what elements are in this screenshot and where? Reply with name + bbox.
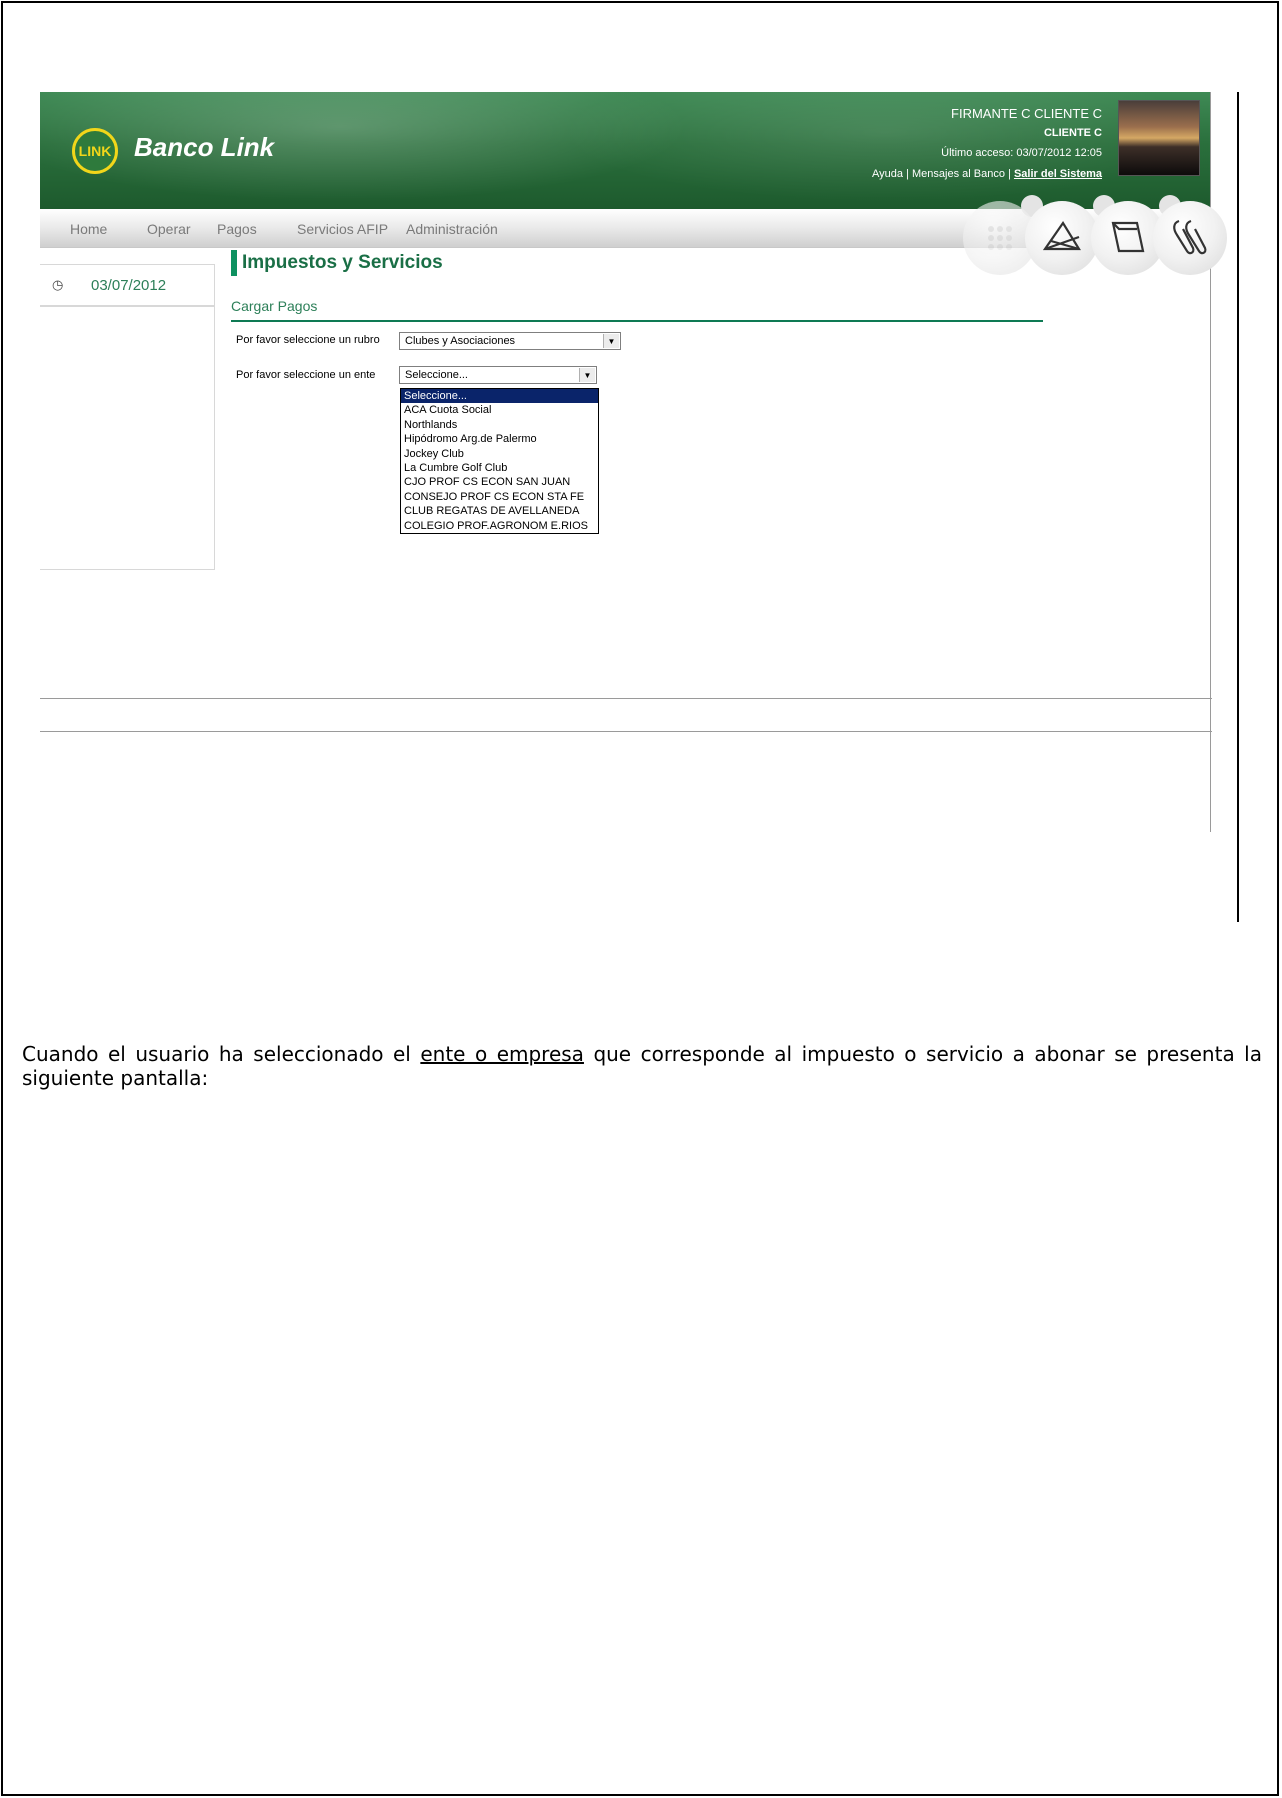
caption-underlined-text: ente o empresa bbox=[420, 1042, 584, 1066]
nav-operar[interactable]: Operar bbox=[147, 221, 191, 237]
toolbar-icons bbox=[963, 191, 1227, 286]
help-link[interactable]: Ayuda bbox=[872, 168, 903, 180]
ente-select[interactable]: Seleccione... ▼ bbox=[399, 366, 597, 384]
user-name: FIRMANTE C CLIENTE C bbox=[951, 106, 1102, 121]
dropdown-option[interactable]: ACA Cuota Social bbox=[401, 403, 598, 417]
screenshot-frame: LINK Banco Link FIRMANTE C CLIENTE C CLI… bbox=[40, 92, 1239, 922]
nav-administracion[interactable]: Administración bbox=[406, 221, 498, 237]
dropdown-option[interactable]: Northlands bbox=[401, 418, 598, 432]
section-title: Cargar Pagos bbox=[231, 298, 318, 314]
title-accent-bar bbox=[231, 250, 237, 276]
dropdown-option[interactable]: Jockey Club bbox=[401, 447, 598, 461]
nav-home[interactable]: Home bbox=[70, 221, 107, 237]
caption-text: Cuando el usuario ha seleccionado el bbox=[22, 1042, 421, 1066]
dropdown-option[interactable]: CJO PROF CS ECON SAN JUAN bbox=[401, 475, 598, 489]
rubro-select-value: Clubes y Asociaciones bbox=[405, 335, 516, 347]
envelope-icon[interactable] bbox=[1025, 201, 1099, 275]
paperclip-icon[interactable] bbox=[1153, 201, 1227, 275]
link-logo-icon: LINK bbox=[72, 128, 118, 174]
header-links: Ayuda | Mensajes al Banco | Salir del Si… bbox=[872, 168, 1102, 180]
link-separator: | bbox=[1004, 168, 1014, 180]
link-separator: | bbox=[903, 168, 913, 180]
user-avatar bbox=[1118, 100, 1200, 176]
last-access: Último acceso: 03/07/2012 12:05 bbox=[941, 147, 1102, 159]
caption-paragraph: Cuando el usuario ha seleccionado el ent… bbox=[22, 1042, 1262, 1090]
user-short-name: CLIENTE C bbox=[1043, 127, 1102, 139]
dropdown-option[interactable]: COLEGIO PROF.AGRONOM E.RIOS bbox=[401, 519, 598, 533]
brand-name: Banco Link bbox=[134, 132, 275, 162]
screenshot-right-border bbox=[1237, 92, 1239, 922]
logout-link[interactable]: Salir del Sistema bbox=[1014, 168, 1102, 180]
ente-label: Por favor seleccione un ente bbox=[236, 369, 376, 381]
chevron-down-icon[interactable]: ▼ bbox=[603, 334, 619, 348]
section-divider bbox=[231, 320, 1043, 322]
dropdown-option[interactable]: Seleccione... bbox=[401, 389, 598, 404]
messages-link[interactable]: Mensajes al Banco bbox=[912, 168, 1005, 180]
dropdown-option[interactable]: CLUB REGATAS DE AVELLANEDA bbox=[401, 504, 598, 518]
page-title: Impuestos y Servicios bbox=[242, 252, 443, 273]
sidebar-date: 03/07/2012 bbox=[91, 277, 167, 294]
clock-icon: ◷ bbox=[52, 277, 64, 292]
sidebar-panel bbox=[40, 306, 215, 570]
sidebar-date-box: ◷ 03/07/2012 bbox=[40, 264, 215, 306]
dropdown-option[interactable]: Hipódromo Arg.de Palermo bbox=[401, 432, 598, 446]
chevron-down-icon[interactable]: ▼ bbox=[579, 368, 595, 382]
dropdown-option[interactable]: La Cumbre Golf Club bbox=[401, 461, 598, 475]
ente-dropdown-list: Seleccione... ACA Cuota Social Northland… bbox=[400, 388, 599, 534]
ente-select-value: Seleccione... bbox=[405, 369, 468, 381]
page-footer-bar bbox=[40, 698, 1212, 732]
rubro-select[interactable]: Clubes y Asociaciones ▼ bbox=[399, 332, 621, 350]
nav-servicios-afip[interactable]: Servicios AFIP bbox=[297, 221, 388, 237]
nav-pagos[interactable]: Pagos bbox=[217, 221, 257, 237]
rubro-label: Por favor seleccione un rubro bbox=[236, 334, 380, 346]
dropdown-option[interactable]: CONSEJO PROF CS ECON STA FE bbox=[401, 490, 598, 504]
